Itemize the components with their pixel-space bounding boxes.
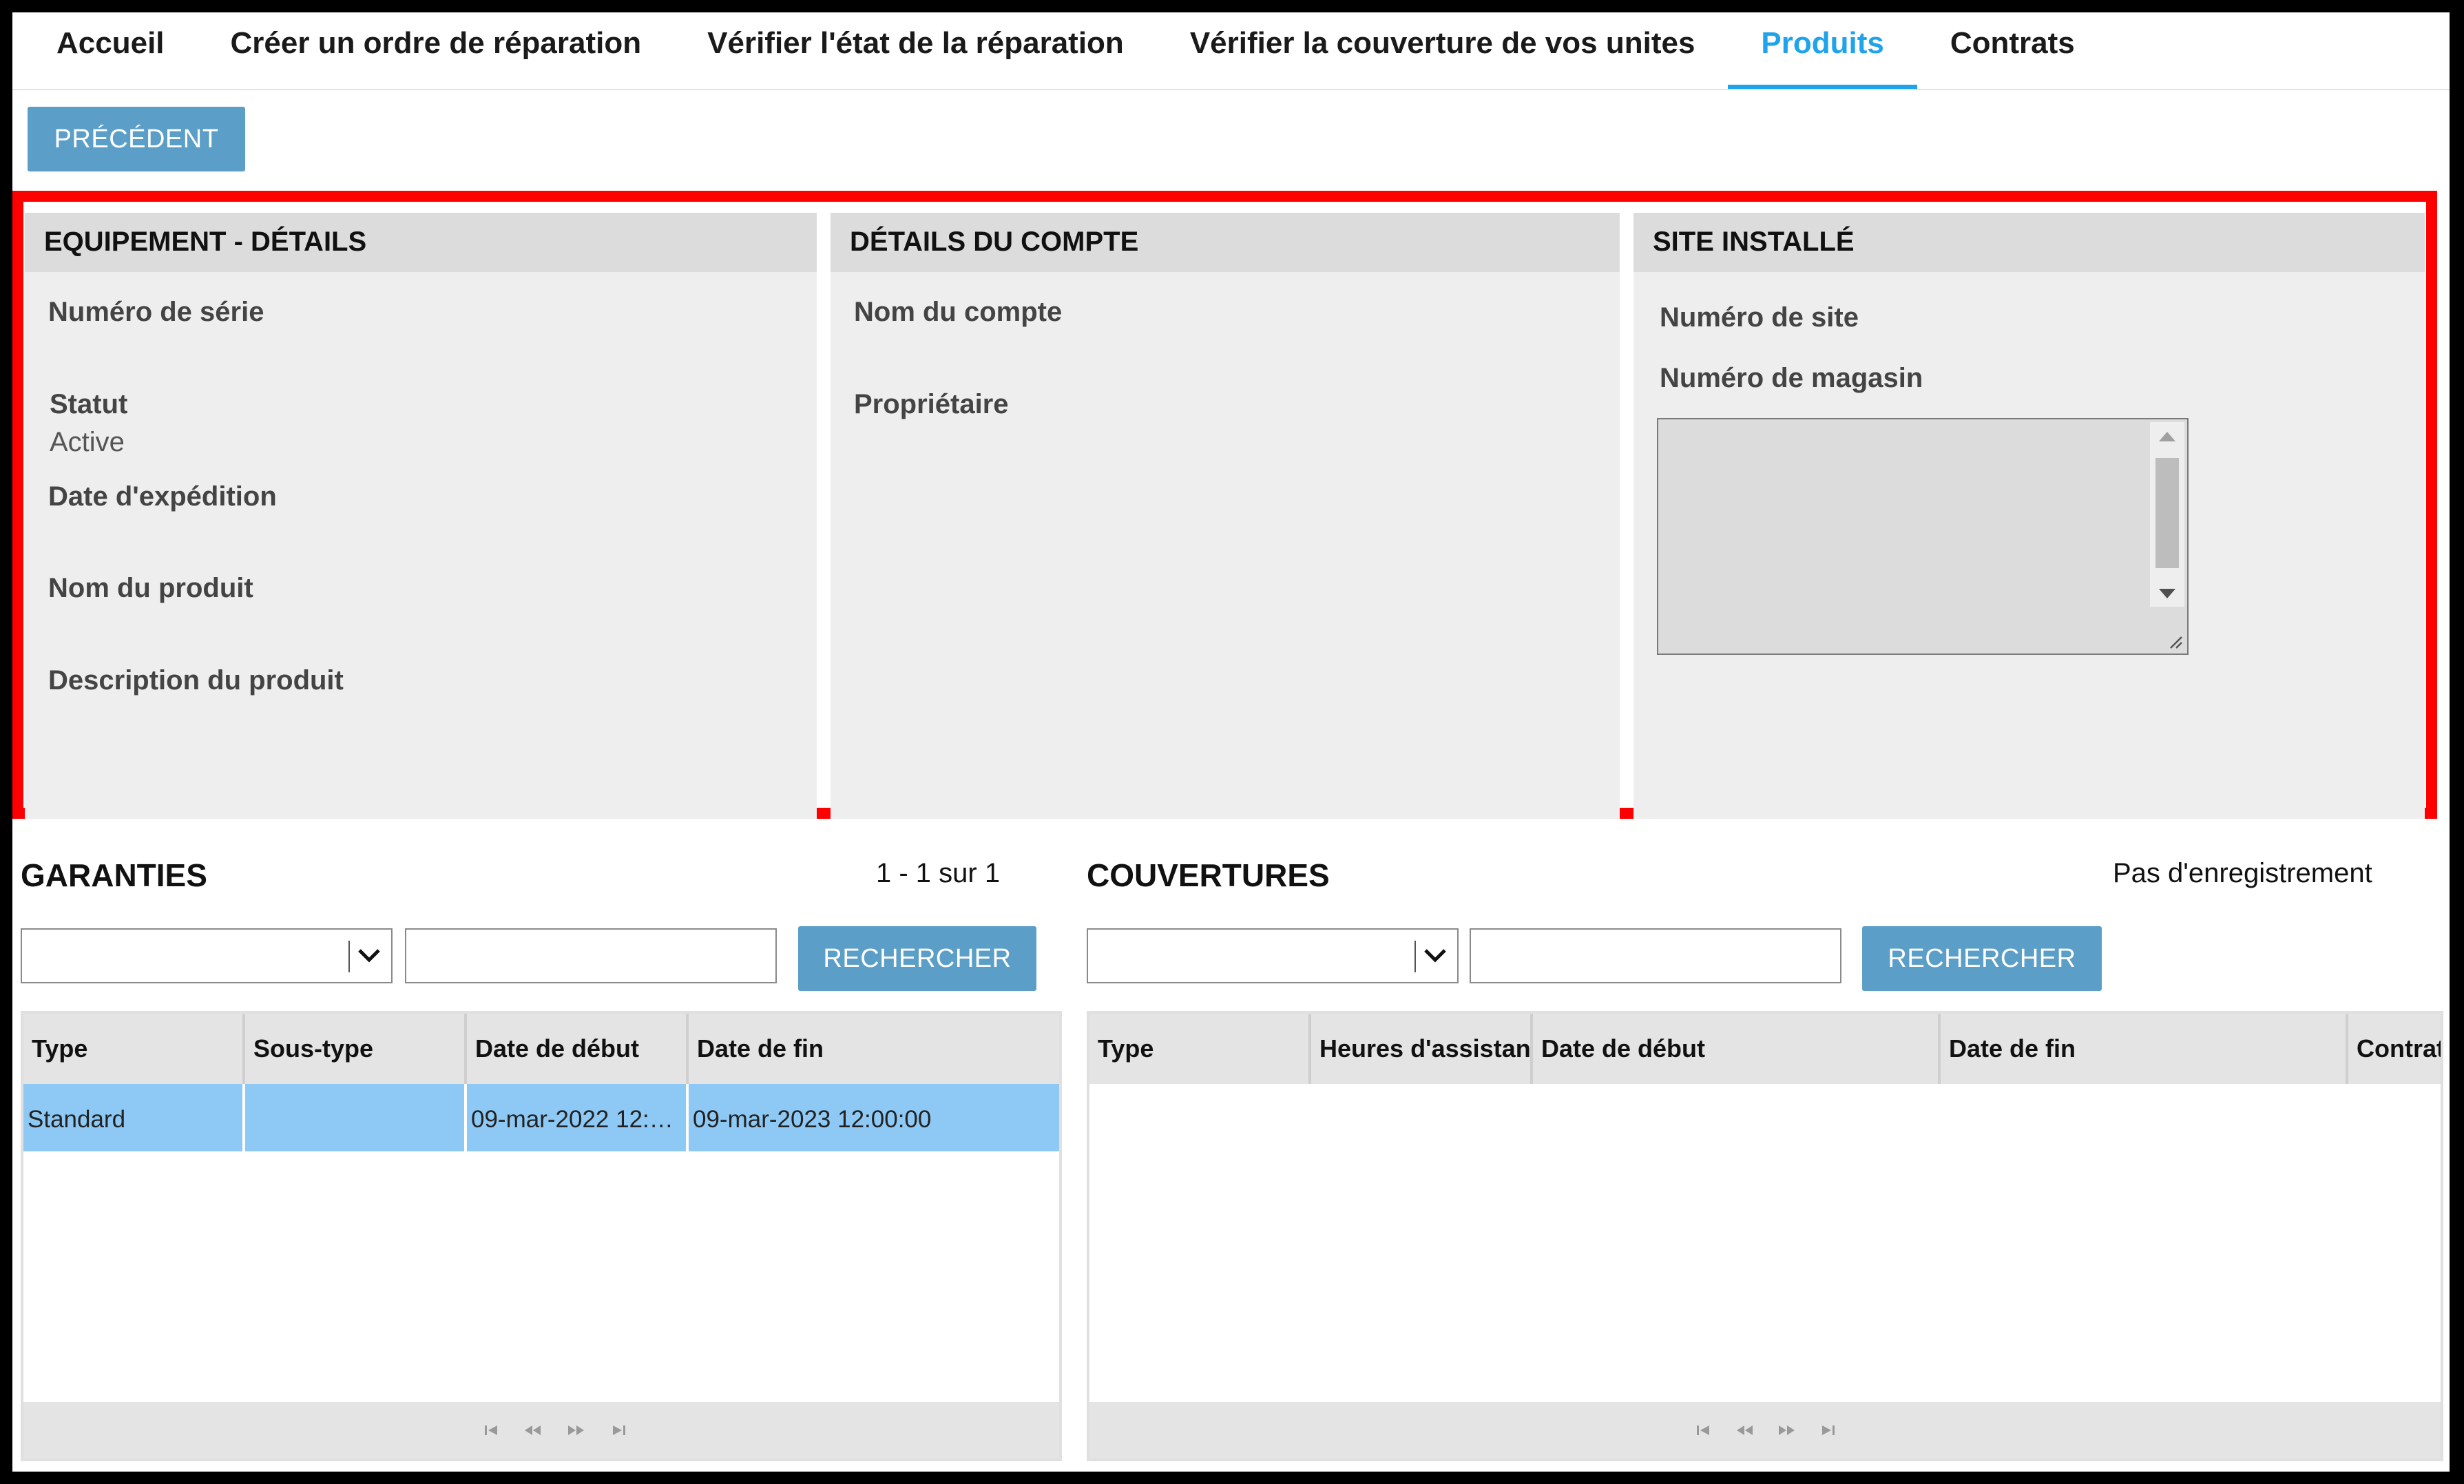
tab-check-coverage[interactable]: Vérifier la couverture de vos unites (1157, 12, 1729, 76)
coverages-table-header: Type Heures d'assistance Date de début D… (1089, 1014, 2441, 1084)
warranties-table-header: Type Sous-type Date de début Date de fin (23, 1014, 1059, 1084)
next-page-icon[interactable] (1777, 1420, 1797, 1441)
back-button[interactable]: PRÉCÉDENT (28, 107, 245, 171)
coverages-search-input[interactable] (1470, 928, 1841, 983)
owner-label: Propriétaire (854, 389, 1009, 419)
column-header-end-date[interactable]: Date de fin (689, 1014, 1059, 1084)
previous-page-icon[interactable] (522, 1420, 543, 1441)
previous-page-icon[interactable] (1734, 1420, 1755, 1441)
cell-end-date: 09-mar-2023 12:00:00 (693, 1106, 932, 1133)
next-page-icon[interactable] (566, 1420, 587, 1441)
coverages-table: Type Heures d'assistance Date de début D… (1087, 1011, 2443, 1461)
column-header-start-date[interactable]: Date de début (467, 1014, 689, 1084)
column-header-support-hours[interactable]: Heures d'assistance (1311, 1014, 1533, 1084)
resize-grip-icon[interactable] (2167, 633, 2183, 649)
site-number-label: Numéro de site (1660, 302, 1859, 333)
column-header-subtype[interactable]: Sous-type (245, 1014, 467, 1084)
table-row[interactable]: Standard 09-mar-2022 12:00:00 09-mar-202… (23, 1084, 1059, 1151)
page-frame: Accueil Créer un ordre de réparation Vér… (12, 12, 2450, 1472)
column-header-contract[interactable]: Contrat (2348, 1014, 2441, 1084)
installed-site-title: SITE INSTALLÉ (1633, 213, 2425, 272)
coverages-title: COUVERTURES (1087, 857, 1330, 893)
scroll-thumb[interactable] (2155, 458, 2179, 568)
last-page-icon[interactable] (1818, 1420, 1839, 1441)
store-number-label: Numéro de magasin (1660, 363, 1923, 393)
coverages-count: Pas d'enregistrement (2113, 858, 2372, 888)
warranties-count: 1 - 1 sur 1 (876, 858, 1001, 888)
column-header-type[interactable]: Type (23, 1014, 245, 1084)
cell-subtype (245, 1084, 467, 1151)
warranties-table: Type Sous-type Date de début Date de fin… (21, 1011, 1062, 1461)
warranties-pager (23, 1402, 1059, 1459)
column-header-type[interactable]: Type (1089, 1014, 1311, 1084)
column-header-end-date[interactable]: Date de fin (1941, 1014, 2348, 1084)
coverages-pager (1089, 1402, 2441, 1459)
tab-create-repair-order[interactable]: Créer un ordre de réparation (198, 12, 675, 76)
warranties-search-button[interactable]: RECHERCHER (798, 926, 1036, 991)
account-details-panel: DÉTAILS DU COMPTE Nom du compte Propriét… (831, 213, 1620, 819)
details-highlight-box: EQUIPEMENT - DÉTAILS Numéro de série Sta… (12, 191, 2437, 819)
coverages-filter-select[interactable] (1087, 928, 1459, 983)
equipment-details-title: EQUIPEMENT - DÉTAILS (25, 213, 817, 272)
account-details-title: DÉTAILS DU COMPTE (831, 213, 1620, 272)
tab-produits[interactable]: Produits (1728, 12, 1918, 89)
first-page-icon[interactable] (481, 1420, 501, 1441)
product-name-label: Nom du produit (48, 573, 253, 603)
last-page-icon[interactable] (609, 1420, 629, 1441)
top-nav: Accueil Créer un ordre de réparation Vér… (12, 12, 2450, 90)
status-label: Statut (50, 389, 128, 419)
coverages-search-button[interactable]: RECHERCHER (1862, 926, 2102, 991)
warranties-filter-select[interactable] (21, 928, 393, 983)
chevron-down-icon (358, 949, 380, 963)
installed-site-panel: SITE INSTALLÉ Numéro de site Numéro de m… (1633, 213, 2425, 819)
warranties-title: GARANTIES (21, 857, 207, 893)
tab-contrats[interactable]: Contrats (1917, 12, 2108, 76)
serial-number-label: Numéro de série (48, 297, 264, 327)
textarea-scrollbar[interactable] (2150, 422, 2184, 607)
chevron-down-icon (1424, 949, 1446, 963)
account-name-label: Nom du compte (854, 297, 1063, 327)
column-header-start-date[interactable]: Date de début (1533, 1014, 1941, 1084)
product-description-label: Description du produit (48, 665, 344, 696)
status-value: Active (50, 427, 125, 457)
ship-date-label: Date d'expédition (48, 481, 277, 512)
cell-start-date: 09-mar-2022 12:00:00 (467, 1084, 689, 1151)
equipment-details-panel: EQUIPEMENT - DÉTAILS Numéro de série Sta… (25, 213, 817, 819)
first-page-icon[interactable] (1693, 1420, 1713, 1441)
scroll-up-arrow-icon[interactable] (2159, 432, 2175, 441)
tab-accueil[interactable]: Accueil (56, 12, 198, 76)
warranties-search-input[interactable] (405, 928, 777, 983)
tab-check-repair-status[interactable]: Vérifier l'état de la réparation (674, 12, 1157, 76)
cell-type: Standard (23, 1084, 245, 1151)
store-number-textarea[interactable] (1657, 418, 2189, 655)
scroll-down-arrow-icon[interactable] (2159, 589, 2175, 598)
